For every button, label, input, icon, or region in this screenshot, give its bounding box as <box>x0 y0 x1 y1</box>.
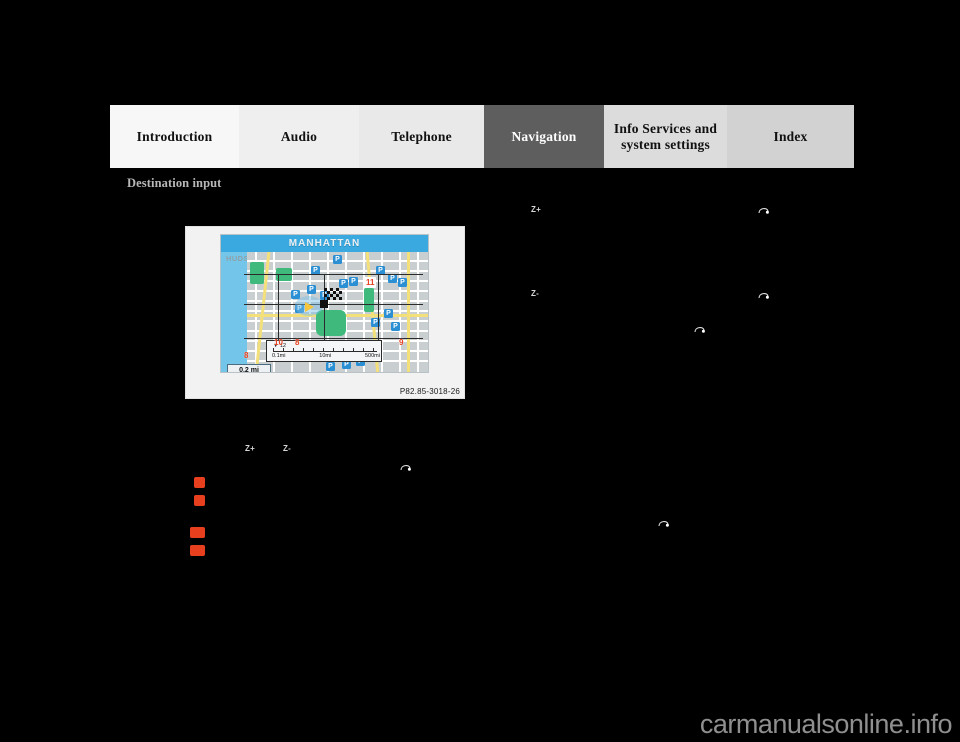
zoom-level-box[interactable]: 0.2 mi <box>227 364 271 373</box>
chapter-tab-bar: Introduction Audio Telephone Navigation … <box>110 105 854 168</box>
map-canvas[interactable]: HUDSON RIVER <box>221 252 428 373</box>
tab-info-services-and-system-settings[interactable]: Info Services and system settings <box>604 105 727 168</box>
poi-parking-icon[interactable]: P <box>326 362 335 371</box>
tab-audio[interactable]: Audio <box>239 105 359 168</box>
poi-parking-icon[interactable]: P <box>307 285 316 294</box>
legend-marker-9: 9 <box>194 495 205 506</box>
zoom-level-value: 0.2 mi <box>239 367 259 373</box>
legend-marker-8: 8 <box>194 477 205 488</box>
head-unit-screen: MANHATTAN HUDSON RIVER <box>220 234 429 373</box>
scale-ruler-line <box>273 348 377 352</box>
poi-parking-icon[interactable]: P <box>391 322 400 331</box>
poi-parking-icon[interactable]: P <box>349 277 358 286</box>
rotary-knob-icon <box>758 290 770 301</box>
zoom-out-key-label: Z- <box>283 444 292 453</box>
rotary-knob-icon <box>694 324 706 335</box>
checkered-flag-icon <box>324 288 342 302</box>
figure-navigation-map: MANHATTAN HUDSON RIVER <box>185 226 465 399</box>
tab-introduction[interactable]: Introduction <box>110 105 239 168</box>
tab-index[interactable]: Index <box>727 105 854 168</box>
tab-label: Introduction <box>136 128 213 144</box>
scale-label-max: 500mi <box>365 353 380 359</box>
tab-label: Audio <box>280 128 318 144</box>
figure-caption: P82.85-3018-26 <box>399 387 460 396</box>
map-crosshair-top <box>244 274 423 275</box>
callout-8-top: 8 <box>295 338 300 347</box>
tab-label: Navigation <box>511 128 577 144</box>
rotary-knob-icon <box>758 205 770 216</box>
map-crosshair-middle <box>244 304 423 305</box>
tab-label: Index <box>773 128 808 144</box>
poi-parking-icon[interactable]: P <box>339 279 348 288</box>
tab-telephone[interactable]: Telephone <box>359 105 484 168</box>
callout-9: 9 <box>399 338 404 347</box>
scale-label-min: 0.1mi <box>272 353 286 359</box>
poi-parking-icon[interactable]: P <box>388 274 397 283</box>
scale-label-mid: 10mi <box>319 353 332 359</box>
rotary-knob-icon <box>658 518 670 529</box>
manual-page: Introduction Audio Telephone Navigation … <box>0 0 960 742</box>
rotary-knob-icon <box>400 462 412 473</box>
vehicle-arrow-icon <box>305 302 314 312</box>
zoom-in-key-label-right: Z+ <box>531 205 542 214</box>
poi-parking-icon[interactable]: P <box>333 255 342 264</box>
poi-parking-icon[interactable]: P <box>398 278 407 287</box>
legend-marker-11: 11 <box>190 545 205 556</box>
callout-8-bottom: 8 <box>244 351 249 360</box>
site-watermark: carmanualsonline.info <box>699 709 953 739</box>
tab-label: Info Services and system settings <box>613 120 718 152</box>
tab-navigation[interactable]: Navigation <box>484 105 604 168</box>
page-title: Destination input <box>127 176 222 190</box>
zoom-out-key-label-right: Z- <box>531 289 540 298</box>
callout-10: 10 <box>274 338 283 347</box>
poi-parking-icon[interactable]: P <box>384 309 393 318</box>
tab-label: Telephone <box>391 128 452 144</box>
legend-marker-10: 10 <box>190 527 205 538</box>
callout-11: 11 <box>364 277 377 288</box>
map-title-bar: MANHATTAN <box>221 235 428 252</box>
zoom-in-key-label: Z+ <box>245 444 256 453</box>
